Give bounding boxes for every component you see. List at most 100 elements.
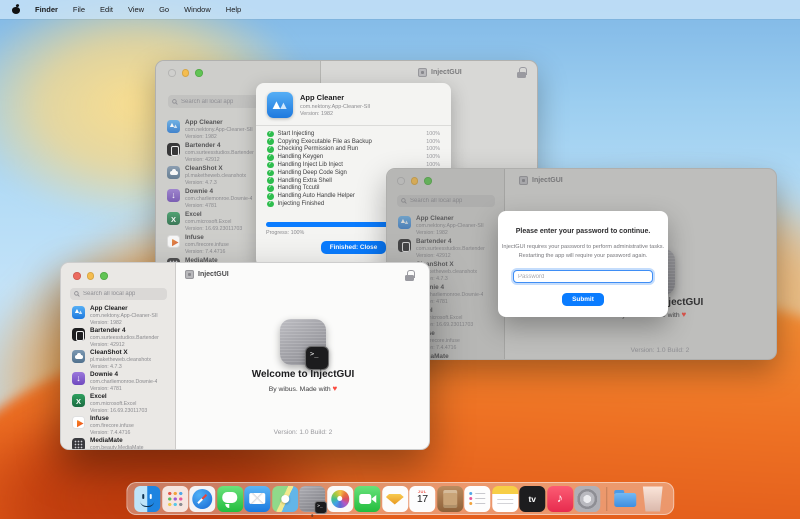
dock-item-facetime[interactable]	[354, 485, 381, 512]
app-version: Version: 42912	[185, 156, 220, 163]
app-version: Version: 42912	[90, 341, 125, 348]
app-cleaner-app-icon	[72, 306, 85, 319]
minimize-button[interactable]	[86, 272, 94, 280]
excel-app-icon	[72, 394, 85, 407]
sidebar-app-app-cleaner[interactable]: App Cleanercom.nektony.App-Cleaner-SIIVe…	[61, 303, 175, 326]
welcome-byline: By wibus. Made with ♥	[268, 384, 338, 393]
app-version: Version: 16.69.23011703	[90, 407, 148, 414]
step-label: Start Injecting	[277, 130, 315, 137]
search-input[interactable]: Search all local app	[70, 288, 167, 300]
app-bundle: com.nektony.App-Cleaner-SII	[90, 313, 158, 319]
menu-item-view[interactable]: View	[128, 5, 144, 14]
app-bundle: com.firecore.infuse	[185, 242, 229, 248]
menu-item-edit[interactable]: Edit	[100, 5, 113, 14]
dock-item-injectgui[interactable]: >_	[299, 485, 328, 517]
menu-item-file[interactable]: File	[73, 5, 85, 14]
window-title: InjectGUI	[431, 69, 462, 76]
dock-item-mail[interactable]	[244, 485, 271, 512]
submit-button[interactable]: Submit	[562, 293, 604, 307]
step-label: Handling Keygen	[277, 154, 324, 161]
dock-item-sketch[interactable]	[381, 485, 408, 512]
menu-item-go[interactable]: Go	[159, 5, 169, 14]
dock-item-calendar[interactable]: JUL 17	[409, 485, 436, 512]
dock-item-trash[interactable]	[642, 486, 663, 512]
check-icon: ✓	[267, 146, 274, 153]
mediamate-app-icon	[72, 438, 85, 449]
welcome-title: Welcome to InjectGUI	[251, 369, 355, 380]
music-note-icon: ♪	[556, 490, 563, 505]
dock-item-safari[interactable]	[189, 485, 216, 512]
app-name: CleanShot X	[185, 165, 223, 172]
sidebar-app-bartender[interactable]: Bartender 4 com.surteesstudios.Bartender V…	[61, 325, 175, 348]
app-version: Version: 1982	[90, 319, 122, 326]
sidebar-app-cleanshot[interactable]: CleanShot Xpl.maketheweb.cleanshotx Versi…	[61, 347, 175, 370]
check-icon: ✓	[267, 193, 274, 200]
sidebar-app-infuse[interactable]: Infusecom.firecore.infuseVersion: 7.4.47…	[61, 413, 175, 436]
injection-step: ✓ Handling Keygen 100%	[267, 153, 440, 161]
app-name: Downie 4	[90, 371, 119, 378]
dock-item-music[interactable]: ♪	[546, 485, 573, 512]
dock-item-photos[interactable]	[326, 485, 353, 512]
app-name: MediaMate	[90, 437, 123, 444]
app-name: App Cleaner	[185, 119, 223, 126]
tv-glyph: tv	[528, 493, 537, 504]
step-label: Handling Inject Lib Inject	[277, 162, 343, 169]
app-bundle: com.firecore.infuse	[90, 423, 134, 429]
check-icon: ✓	[267, 169, 274, 177]
app-bundle: com.microsoft.Excel	[185, 219, 232, 225]
injectgui-window-front: InjectGUI Search all local app App Clean…	[60, 262, 430, 450]
dock-item-finder[interactable]	[134, 485, 161, 512]
dock-item-appletv[interactable]: tv	[519, 485, 546, 512]
app-bundle: com.beauty.MediaMate	[90, 445, 144, 449]
app-name: Excel	[185, 211, 202, 218]
terminal-mini-icon: >_	[314, 500, 328, 514]
password-modal-title: Please enter your password to continue.	[515, 228, 651, 235]
app-cleaner-app-icon	[267, 92, 293, 118]
step-percent: 100%	[426, 138, 440, 145]
app-bundle: pl.maketheweb.cleanshotx	[90, 357, 152, 363]
dialog-app-version: Version: 1982	[300, 111, 333, 117]
menu-item-finder[interactable]: Finder	[35, 5, 58, 14]
close-button[interactable]	[73, 272, 81, 280]
sidebar-app-excel[interactable]: Excelcom.microsoft.ExcelVersion: 16.69.2…	[61, 391, 175, 414]
app-name: App Cleaner	[90, 305, 128, 312]
close-button[interactable]	[168, 69, 176, 77]
password-modal: Please enter your password to continue. …	[498, 211, 668, 317]
dock-item-downloads[interactable]	[612, 486, 638, 512]
check-icon: ✓	[267, 161, 274, 169]
dock-separator	[605, 486, 607, 511]
heart-icon: ♥	[332, 384, 338, 393]
zoom-button[interactable]	[100, 272, 108, 280]
check-icon: ✓	[267, 200, 274, 208]
check-icon: ✓	[267, 185, 274, 192]
apple-menu-icon[interactable]	[12, 5, 20, 14]
dock-item-reminders[interactable]	[464, 485, 491, 512]
zoom-button[interactable]	[195, 69, 203, 77]
app-name: Excel	[90, 393, 107, 400]
dock-item-maps[interactable]	[271, 485, 298, 512]
menu-item-window[interactable]: Window	[184, 5, 211, 14]
minimize-button[interactable]	[181, 69, 189, 77]
password-input[interactable]	[513, 270, 653, 284]
desktop: Finder File Edit View Go Window Help InjectGUI…	[0, 0, 800, 519]
window-proxy-icon	[418, 68, 427, 77]
window-title: InjectGUI	[198, 271, 229, 278]
finished-close-button[interactable]: Finished: Close	[320, 240, 387, 254]
dock-item-messages[interactable]	[216, 485, 243, 512]
sidebar-app-mediamate[interactable]: MediaMatecom.beauty.MediaMateVersion: 2.…	[61, 435, 175, 449]
app-bundle: com.charliemonroe.Downie-4	[90, 379, 158, 385]
dock-item-contacts[interactable]	[436, 485, 463, 512]
lock-icon[interactable]	[405, 270, 415, 281]
dock-item-launchpad[interactable]	[161, 485, 188, 512]
app-bundle: com.nektony.App-Cleaner-SII	[185, 127, 253, 133]
sidebar-app-downie[interactable]: Downie 4com.charliemonroe.Downie-4Versio…	[61, 369, 175, 392]
dock-item-notes[interactable]	[491, 485, 518, 512]
app-version: Version: 7.4.4716	[185, 248, 226, 255]
dock-item-settings[interactable]	[574, 485, 601, 512]
menu-item-help[interactable]: Help	[226, 5, 241, 14]
lock-icon[interactable]	[517, 67, 527, 78]
cleanshot-app-icon	[167, 166, 180, 179]
app-name: Infuse	[185, 234, 204, 241]
window-proxy-icon	[185, 270, 194, 279]
step-percent: 100%	[426, 146, 440, 153]
